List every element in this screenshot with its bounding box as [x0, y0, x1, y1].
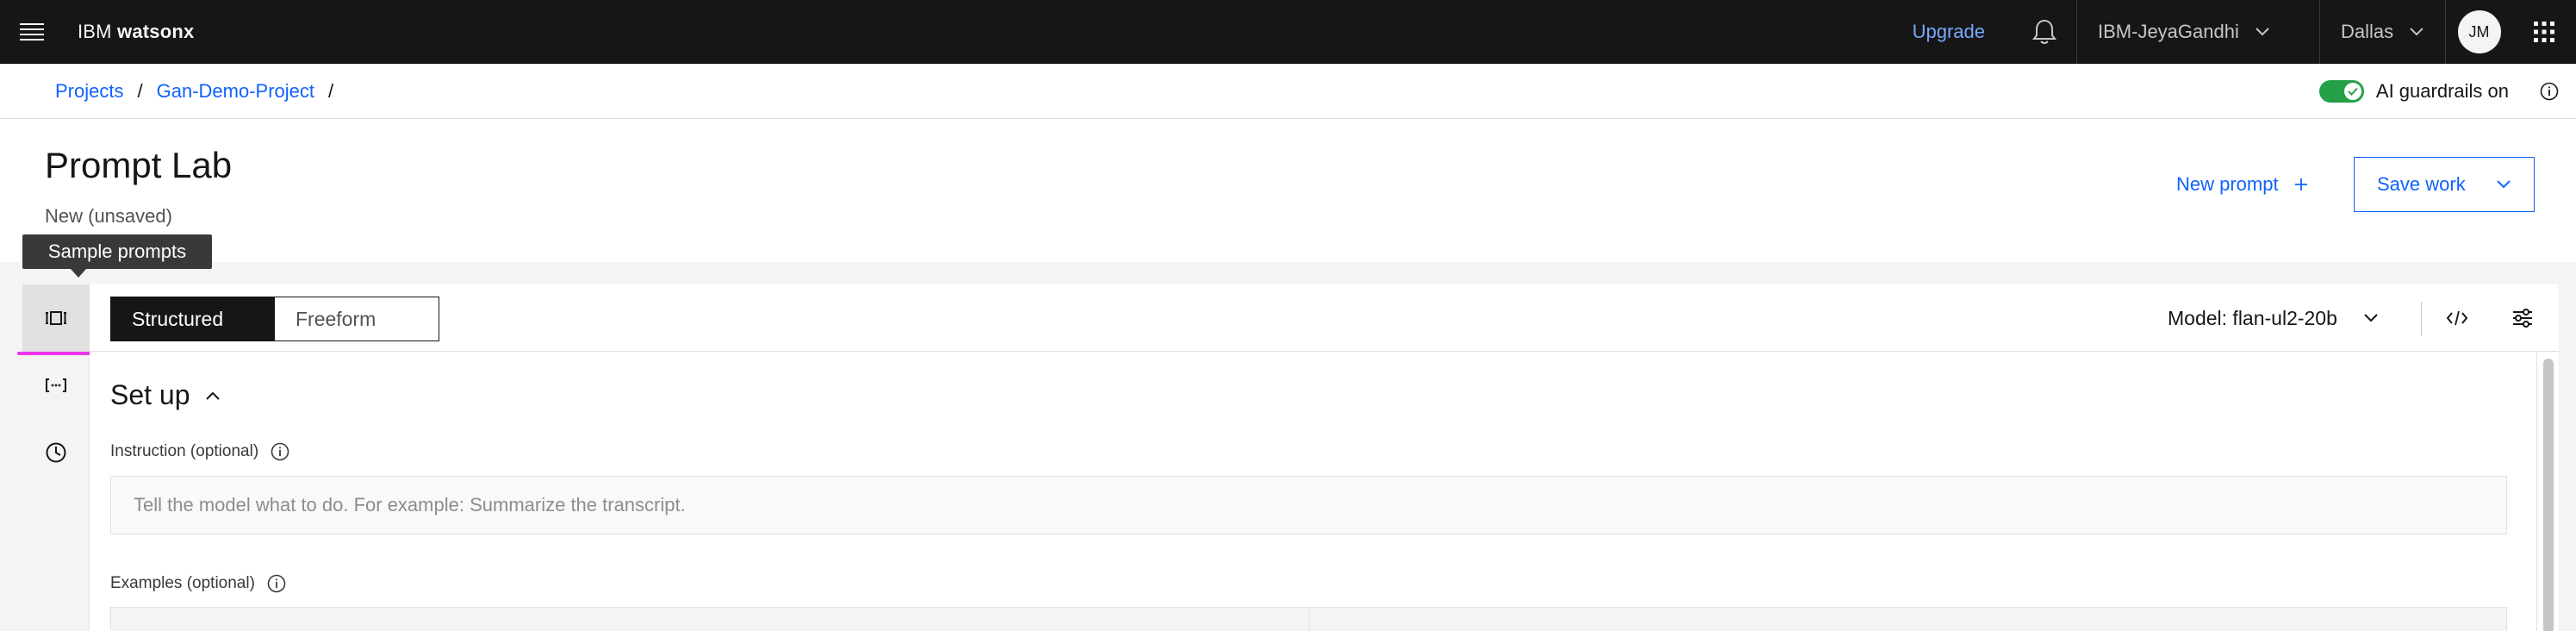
mode-structured[interactable]: Structured — [111, 297, 275, 340]
chevron-up-icon — [205, 391, 220, 400]
region-dropdown[interactable]: Dallas — [2319, 0, 2445, 64]
variables-icon — [46, 378, 66, 392]
brand-product: watsonx — [117, 21, 195, 42]
notifications-button[interactable] — [2013, 0, 2076, 64]
top-header: IBM watsonx Upgrade IBM-JeyaGandhi Dalla… — [0, 0, 2576, 64]
chevron-down-icon — [2364, 314, 2378, 322]
breadcrumb-bar: Projects / Gan-Demo-Project / AI guardra… — [0, 64, 2576, 119]
account-dropdown[interactable]: IBM-JeyaGandhi — [2076, 0, 2319, 64]
scrollbar-thumb[interactable] — [2543, 359, 2554, 631]
prompt-toolbar: Structured Freeform Model: flan-ul2-20b — [90, 284, 2559, 352]
breadcrumb-separator: / — [328, 79, 334, 102]
instruction-label-row: Instruction (optional) — [110, 442, 289, 461]
history-button[interactable] — [22, 419, 90, 486]
menu-icon — [20, 23, 44, 41]
ai-guardrails: AI guardrails on — [2318, 64, 2559, 119]
mode-freeform[interactable]: Freeform — [275, 297, 439, 340]
model-selector[interactable]: Model: flan-ul2-20b — [2168, 284, 2379, 352]
avatar: JM — [2457, 10, 2501, 53]
save-work-label: Save work — [2377, 173, 2466, 195]
breadcrumb-separator: / — [137, 79, 143, 102]
app-switcher-button[interactable] — [2512, 0, 2576, 64]
prompt-status: New (unsaved) — [45, 205, 172, 227]
setup-section-toggle[interactable]: Set up — [110, 379, 221, 411]
examples-label-row: Examples (optional) — [110, 574, 286, 593]
variables-button[interactable] — [22, 352, 90, 419]
info-icon[interactable] — [267, 574, 286, 593]
page-title: Prompt Lab — [45, 145, 233, 185]
guardrails-label: AI guardrails on — [2375, 80, 2509, 102]
settings-adjust-icon — [2513, 309, 2532, 328]
chevron-down-icon — [2497, 180, 2511, 189]
product-name[interactable]: IBM watsonx — [78, 21, 194, 43]
breadcrumb-projects[interactable]: Projects — [55, 80, 123, 103]
guardrails-toggle[interactable] — [2318, 80, 2364, 103]
brand-prefix: IBM — [78, 21, 112, 42]
chevron-down-icon — [2256, 28, 2269, 36]
new-prompt-button[interactable]: New prompt — [2176, 157, 2308, 212]
content-scrollbar[interactable] — [2536, 352, 2559, 631]
breadcrumb: Projects / Gan-Demo-Project / — [55, 80, 347, 103]
side-rail — [22, 284, 90, 631]
notification-icon — [2032, 19, 2056, 44]
save-work-button[interactable]: Save work — [2354, 157, 2535, 212]
breadcrumb-project[interactable]: Gan-Demo-Project — [157, 80, 314, 103]
sample-prompts-button[interactable] — [22, 284, 90, 352]
info-icon[interactable] — [2540, 82, 2559, 101]
toolbar-divider — [2421, 302, 2422, 336]
examples-column-divider — [1309, 608, 1310, 631]
region-name: Dallas — [2341, 21, 2394, 42]
new-prompt-label: New prompt — [2176, 173, 2279, 195]
user-menu[interactable]: JM — [2445, 0, 2512, 64]
page-header: Prompt Lab New (unsaved) New prompt Save… — [0, 119, 2576, 262]
account-name: IBM-JeyaGandhi — [2098, 21, 2239, 42]
info-icon[interactable] — [271, 442, 289, 461]
sample-prompts-icon — [46, 311, 66, 325]
instruction-label: Instruction (optional) — [110, 442, 259, 460]
code-icon — [2446, 310, 2468, 326]
prompt-editor: Set up Instruction (optional) Tell the m… — [90, 352, 2542, 631]
mode-switcher: Structured Freeform — [110, 297, 439, 341]
checkmark-icon — [2348, 87, 2358, 96]
examples-table[interactable] — [110, 607, 2507, 631]
model-label: Model: flan-ul2-20b — [2168, 306, 2337, 329]
history-icon — [46, 442, 66, 463]
examples-label: Examples (optional) — [110, 574, 255, 592]
sample-prompts-tooltip: Sample prompts — [22, 234, 212, 278]
app-switcher-icon — [2534, 22, 2554, 42]
menu-button[interactable] — [0, 0, 64, 64]
add-icon — [2294, 178, 2307, 191]
view-code-button[interactable] — [2431, 284, 2483, 352]
setup-heading: Set up — [110, 379, 190, 410]
chevron-down-icon — [2410, 28, 2424, 36]
model-parameters-button[interactable] — [2497, 284, 2548, 352]
instruction-input[interactable]: Tell the model what to do. For example: … — [110, 476, 2507, 534]
upgrade-link[interactable]: Upgrade — [1885, 21, 2013, 43]
